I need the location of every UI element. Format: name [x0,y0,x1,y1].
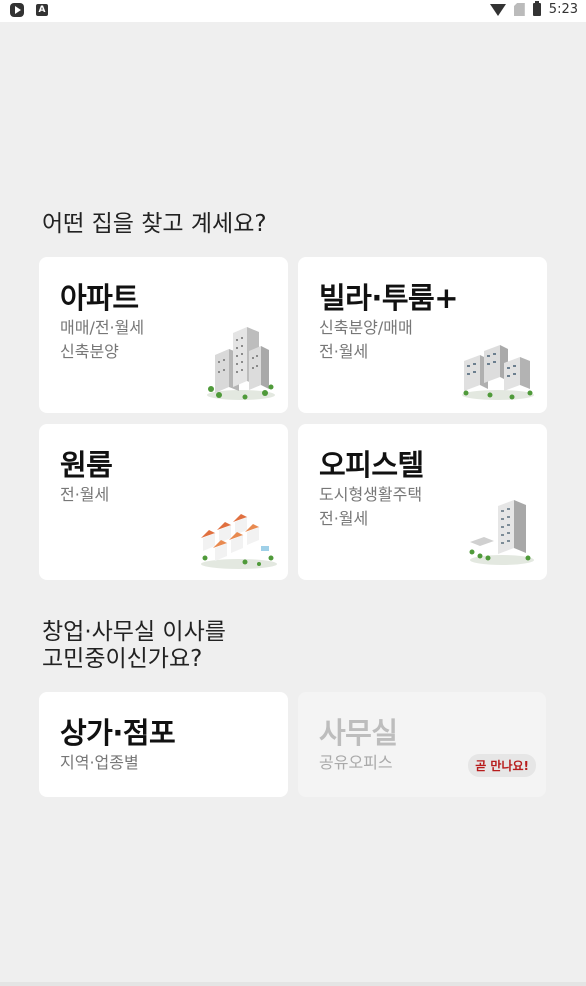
card-subtitle: 공유오피스 [319,753,393,772]
apartment-building-icon [207,327,275,400]
small-houses-icon [201,514,277,569]
card-subtitle: 전·월세 [319,342,369,361]
section-heading-home: 어떤 집을 찾고 계세요? [42,211,267,237]
coming-soon-badge: 곧 만나요! [468,754,536,777]
no-sim-icon [513,3,525,16]
villa-complex-icon [462,345,534,400]
card-subtitle: 지역·업종별 [60,753,139,772]
officetel-tower-icon [469,500,534,565]
card-store[interactable]: 상가·점포 지역·업종별 [39,692,288,797]
card-title: 사무실 [319,716,398,750]
card-title: 오피스텔 [319,448,424,482]
card-subtitle: 전·월세 [319,509,369,528]
navigation-bar [0,982,586,986]
section-heading-business-line1: 창업·사무실 이사를 [42,619,226,645]
card-subtitle: 신축분양 [60,342,119,361]
battery-icon [532,1,541,16]
card-subtitle: 전·월세 [60,485,110,504]
card-office: 사무실 공유오피스 곧 만나요! [298,692,546,797]
status-time: 5:23 [548,2,578,17]
card-title: 아파트 [60,281,139,315]
card-subtitle: 매매/전·월세 [60,318,145,337]
wifi-icon [489,3,506,16]
section-heading-business-line2: 고민중이신가요? [42,646,203,672]
card-subtitle: 도시형생활주택 [319,485,423,504]
card-title: 빌라·투룸+ [319,281,459,315]
play-store-icon [10,3,24,17]
card-oneroom[interactable]: 원룸 전·월세 [39,424,288,580]
card-title: 원룸 [60,448,113,482]
card-officetel[interactable]: 오피스텔 도시형생활주택 전·월세 [298,424,547,580]
card-villa[interactable]: 빌라·투룸+ 신축분양/매매 전·월세 [298,257,547,413]
status-bar: A 5:23 [0,0,586,22]
card-title: 상가·점포 [60,716,176,750]
card-subtitle: 신축분양/매매 [319,318,413,337]
card-apartment[interactable]: 아파트 매매/전·월세 신축분양 [39,257,288,413]
notification-a-icon: A [36,4,48,16]
